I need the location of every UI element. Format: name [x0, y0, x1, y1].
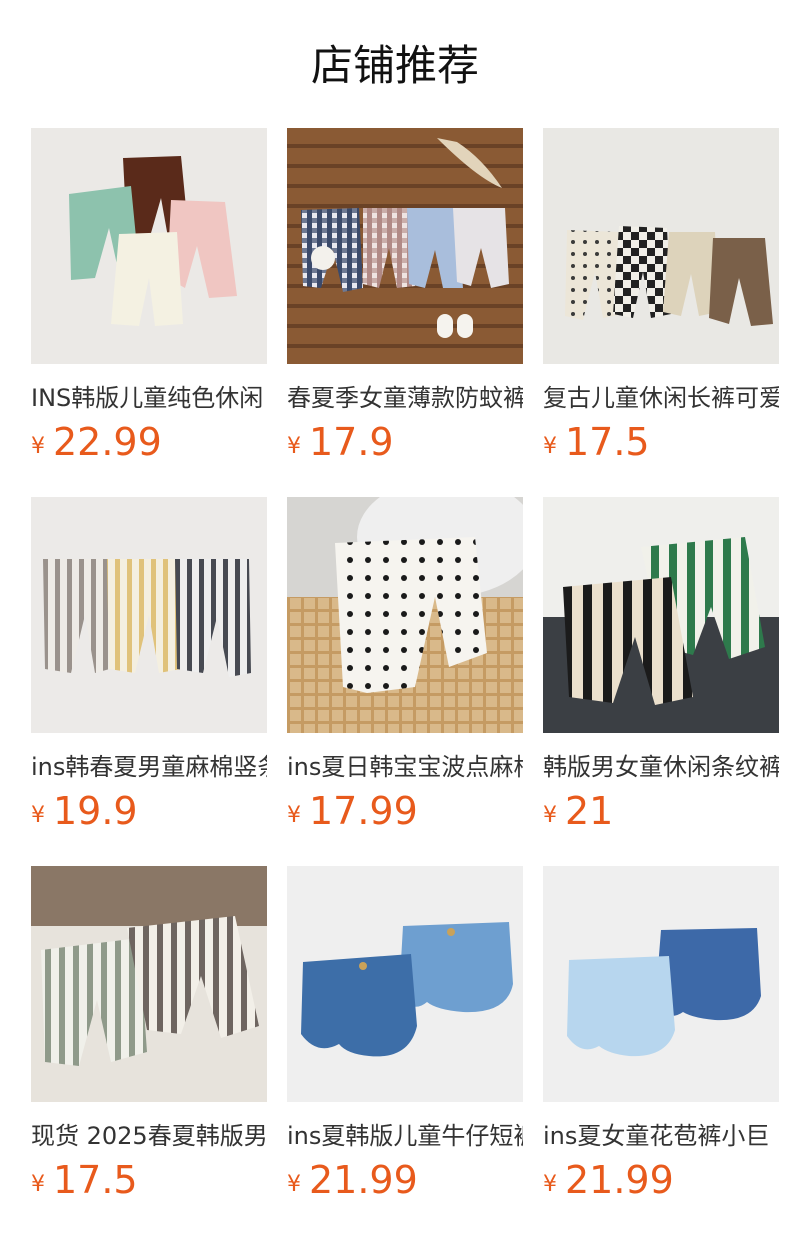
- product-image[interactable]: [31, 497, 267, 733]
- price-amount: 17.9: [309, 420, 394, 464]
- polka-dot-pants-icon: [287, 497, 523, 733]
- price-amount: 17.5: [53, 1158, 138, 1202]
- product-name[interactable]: ins夏日韩宝宝波点麻棉: [287, 753, 523, 781]
- product-image[interactable]: [31, 866, 267, 1102]
- product-name[interactable]: ins韩春夏男童麻棉竖条: [31, 753, 267, 781]
- product-price: ¥22.99: [31, 420, 267, 464]
- wide-stripe-pants-icon: [543, 497, 779, 733]
- currency-symbol: ¥: [543, 1172, 557, 1197]
- striped-pants-icon: [31, 497, 267, 733]
- product-image[interactable]: [287, 497, 523, 733]
- product-name[interactable]: 现货 2025春夏韩版男童: [31, 1122, 267, 1150]
- denim-bloomers-light-icon: [543, 866, 779, 1102]
- product-card[interactable]: ins夏女童花苞裤小巨 ¥21.99: [543, 866, 779, 1202]
- product-name[interactable]: 韩版男女童休闲条纹裤: [543, 753, 779, 781]
- stripe-shorts-icon: [31, 866, 267, 1102]
- product-card[interactable]: INS韩版儿童纯色休闲 ¥22.99: [31, 128, 267, 464]
- currency-symbol: ¥: [543, 434, 557, 459]
- product-price: ¥17.99: [287, 789, 523, 833]
- price-amount: 21.99: [309, 1158, 418, 1202]
- product-card[interactable]: ins夏韩版儿童牛仔短裤 ¥21.99: [287, 866, 523, 1202]
- product-price: ¥21.99: [287, 1158, 523, 1202]
- currency-symbol: ¥: [287, 1172, 301, 1197]
- page-title: 店铺推荐: [310, 41, 479, 90]
- product-price: ¥21.99: [543, 1158, 779, 1202]
- denim-bloomers-icon: [287, 866, 523, 1102]
- currency-symbol: ¥: [287, 803, 301, 828]
- product-image[interactable]: [287, 866, 523, 1102]
- product-card[interactable]: 现货 2025春夏韩版男童 ¥17.5: [31, 866, 267, 1202]
- product-price: ¥19.9: [31, 789, 267, 833]
- price-amount: 17.5: [565, 420, 650, 464]
- product-card[interactable]: ins韩春夏男童麻棉竖条 ¥19.9: [31, 497, 267, 833]
- currency-symbol: ¥: [31, 1172, 45, 1197]
- price-amount: 17.99: [309, 789, 418, 833]
- product-card[interactable]: 复古儿童休闲长裤可爱 ¥17.5: [543, 128, 779, 464]
- currency-symbol: ¥: [543, 803, 557, 828]
- solid-color-pants-icon: [31, 128, 267, 364]
- price-amount: 19.9: [53, 789, 138, 833]
- product-name[interactable]: 春夏季女童薄款防蚊裤: [287, 384, 523, 412]
- currency-symbol: ¥: [287, 434, 301, 459]
- product-image[interactable]: [543, 866, 779, 1102]
- price-amount: 21: [565, 789, 614, 833]
- product-price: ¥21: [543, 789, 779, 833]
- product-price: ¥17.5: [543, 420, 779, 464]
- product-name[interactable]: INS韩版儿童纯色休闲: [31, 384, 267, 412]
- product-image[interactable]: [543, 128, 779, 364]
- product-price: ¥17.5: [31, 1158, 267, 1202]
- product-image[interactable]: [543, 497, 779, 733]
- product-card[interactable]: ins夏日韩宝宝波点麻棉 ¥17.99: [287, 497, 523, 833]
- product-price: ¥17.9: [287, 420, 523, 464]
- product-image[interactable]: [287, 128, 523, 364]
- product-name[interactable]: ins夏韩版儿童牛仔短裤: [287, 1122, 523, 1150]
- currency-symbol: ¥: [31, 434, 45, 459]
- product-name[interactable]: 复古儿童休闲长裤可爱: [543, 384, 779, 412]
- gingham-pants-icon: [287, 128, 523, 364]
- product-card[interactable]: 春夏季女童薄款防蚊裤 ¥17.9: [287, 128, 523, 464]
- product-card[interactable]: 韩版男女童休闲条纹裤 ¥21: [543, 497, 779, 833]
- price-amount: 21.99: [565, 1158, 674, 1202]
- price-amount: 22.99: [53, 420, 162, 464]
- dot-plaid-pants-icon: [543, 128, 779, 364]
- currency-symbol: ¥: [31, 803, 45, 828]
- product-image[interactable]: [31, 128, 267, 364]
- product-name[interactable]: ins夏女童花苞裤小巨: [543, 1122, 779, 1150]
